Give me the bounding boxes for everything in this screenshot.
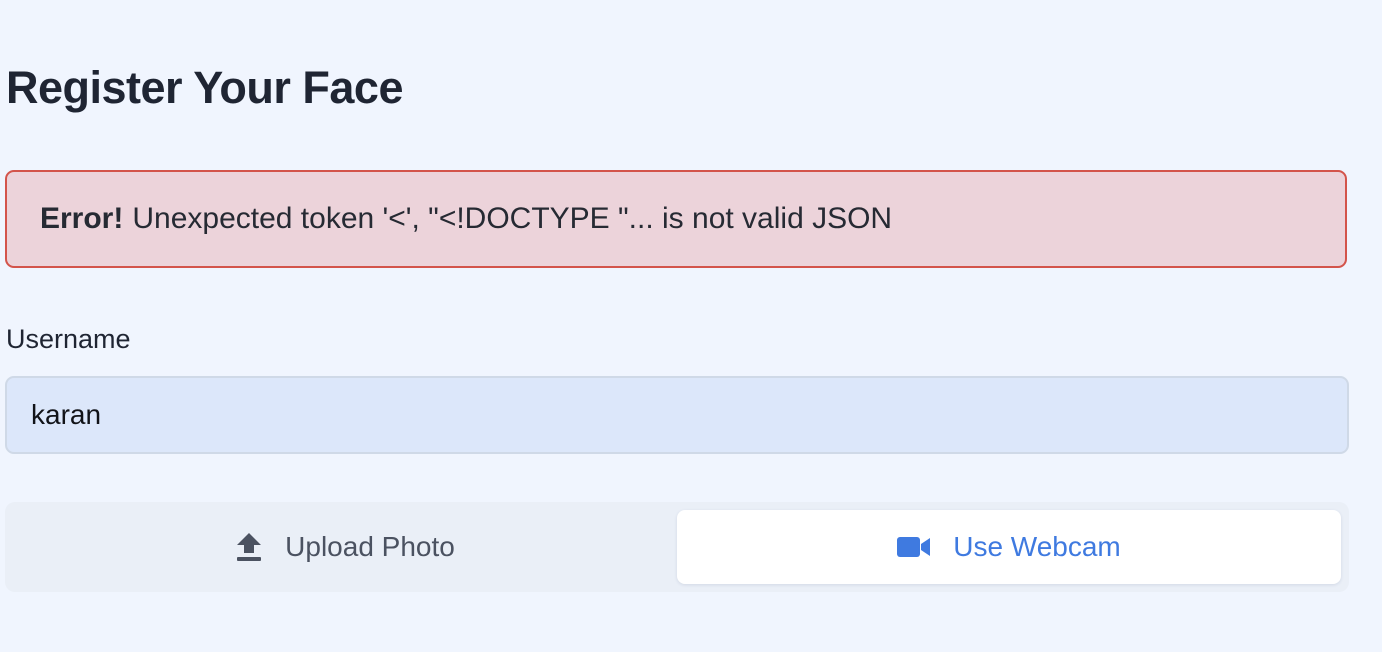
page-title: Register Your Face [6,62,404,113]
alert-strong-label: Error! [40,202,124,235]
upload-icon [235,532,263,562]
tab-use-webcam-label: Use Webcam [953,531,1121,562]
video-camera-icon [897,535,931,559]
error-alert: Error! Unexpected token '<', "<!DOCTYPE … [5,170,1347,268]
tab-upload-photo[interactable]: Upload Photo [13,510,677,584]
username-input[interactable] [5,376,1349,454]
register-page: Register Your Face Error! Unexpected tok… [0,0,1382,652]
capture-mode-tabs: Upload Photo Use Webcam [5,502,1349,592]
tab-upload-photo-label: Upload Photo [285,531,455,562]
username-label: Username [6,324,131,354]
tab-use-webcam[interactable]: Use Webcam [677,510,1341,584]
alert-message: Unexpected token '<', "<!DOCTYPE "... is… [132,202,893,235]
